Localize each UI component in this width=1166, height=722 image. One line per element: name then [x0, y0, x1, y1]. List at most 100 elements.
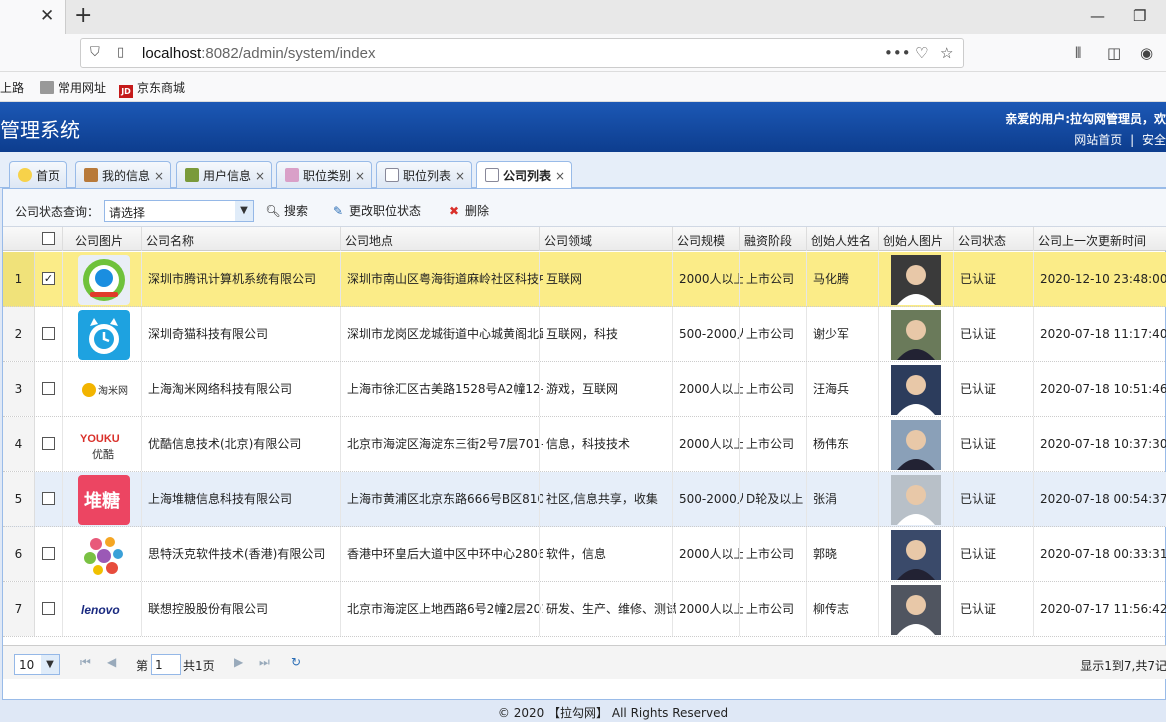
tag-icon — [285, 168, 299, 182]
company-logo — [78, 255, 130, 305]
row-checkbox[interactable] — [42, 602, 55, 615]
row-checkbox[interactable] — [42, 382, 55, 395]
tab-close-icon[interactable]: × — [154, 169, 164, 183]
row-checkbox[interactable] — [42, 547, 55, 560]
refresh-icon[interactable]: ↻ — [291, 655, 301, 669]
header-company-location[interactable]: 公司地点 — [345, 232, 393, 249]
cell-field: 游戏，互联网 — [546, 382, 619, 396]
row-checkbox[interactable] — [42, 437, 55, 450]
header-company-field[interactable]: 公司领域 — [544, 232, 592, 249]
cell-field: 互联网 — [546, 272, 583, 286]
company-logo: YOUKU 优酷 — [78, 420, 130, 470]
header-founder-image[interactable]: 创始人图片 — [883, 232, 943, 249]
home-link[interactable]: 网站首页 — [1074, 133, 1122, 147]
account-icon[interactable]: ◉ — [1140, 44, 1153, 62]
row-checkbox[interactable] — [42, 492, 55, 505]
header-company-size[interactable]: 公司规模 — [677, 232, 725, 249]
bookmark-star-icon[interactable]: ☆ — [940, 44, 953, 62]
header-founder-name[interactable]: 创始人姓名 — [811, 232, 871, 249]
tab-user-info[interactable]: 用户信息 × — [176, 161, 273, 188]
cell-founder: 马化腾 — [813, 272, 850, 286]
next-page-icon[interactable]: ▶ — [234, 655, 243, 669]
cell-stage: 上市公司 — [746, 602, 795, 616]
new-tab-icon[interactable]: + — [74, 3, 92, 28]
page-size-select[interactable]: 10 ▼ — [14, 654, 60, 675]
restore-icon[interactable]: ❐ — [1133, 7, 1146, 25]
shield-icon[interactable]: ⛉ — [90, 45, 100, 60]
cell-location: 深圳市南山区粤海街道麻岭社区科技中一路腾讯大厦 — [347, 272, 543, 286]
sidebar-icon[interactable]: ◫ — [1107, 44, 1121, 62]
row-checkbox[interactable]: ✓ — [42, 272, 55, 285]
app-title: 管理系统 — [0, 118, 80, 142]
library-icon[interactable]: ⫴ — [1075, 44, 1081, 62]
cell-stage: 上市公司 — [746, 327, 795, 341]
table-row[interactable]: 4 YOUKU 优酷 优酷信息技术(北京)有限公司 北京市海淀区海淀东三街2号7层701… — [3, 417, 1166, 472]
jd-icon: JD — [119, 85, 133, 98]
content-area: 首页 我的信息 × 用户信息 × 职位类别 × 职位列表 × 公司列表 × 公司状态查询：… — [0, 152, 1166, 722]
change-status-button[interactable]: ✎ 更改职位状态 — [330, 202, 421, 219]
header-links: 网站首页 | 安全 — [1070, 131, 1166, 148]
row-number: 4 — [3, 417, 35, 471]
chevron-down-icon[interactable]: ▼ — [235, 201, 253, 221]
pocket-icon[interactable]: ♡ — [915, 44, 928, 62]
header-company-image[interactable]: 公司图片 — [75, 232, 123, 249]
select-all-checkbox[interactable] — [42, 232, 55, 245]
page-icon[interactable]: ▯ — [117, 45, 124, 60]
tab-company-list[interactable]: 公司列表 × — [476, 161, 573, 189]
cell-location: 上海市徐汇区古美路1528号A2幢12- — [347, 382, 543, 396]
minimize-icon[interactable]: — — [1090, 7, 1105, 25]
header-company-status[interactable]: 公司状态 — [958, 232, 1006, 249]
cell-field: 软件，信息 — [546, 547, 607, 561]
browser-tab[interactable]: ✕ — [0, 0, 66, 34]
search-button[interactable]: 🔍︎ 搜索 — [265, 202, 308, 219]
address-bar[interactable]: ⛉ ▯ localhost:8082/admin/system/index ••… — [80, 38, 964, 68]
tab-job-list[interactable]: 职位列表 × — [376, 161, 473, 188]
tab-my-info[interactable]: 我的信息 × — [75, 161, 172, 188]
security-link[interactable]: 安全 — [1142, 133, 1166, 147]
table-row[interactable]: 2 深圳奇猫科技有限公司 深圳市龙岗区龙城街道中心城黄阁北路 互联网，科技 500-20… — [3, 307, 1166, 362]
bookmark-item[interactable]: 常用网址 — [40, 79, 106, 96]
tab-job-category[interactable]: 职位类别 × — [276, 161, 373, 188]
status-select[interactable]: 请选择 ▼ — [104, 200, 254, 222]
row-checkbox[interactable] — [42, 327, 55, 340]
tab-close-icon[interactable]: × — [455, 169, 465, 183]
table-row[interactable]: 1 ✓ 深圳市腾讯计算机系统有限公司 深圳市南山区粤海街道麻岭社区科技中一路腾讯大厦互… — [3, 252, 1166, 307]
cell-founder: 郭晓 — [813, 547, 838, 561]
last-page-icon[interactable]: ⏭ — [259, 655, 270, 670]
user-icon — [84, 168, 98, 182]
tab-close-icon[interactable]: × — [355, 169, 365, 183]
first-page-icon[interactable]: ⏮ — [80, 655, 91, 670]
page-number-input[interactable]: 1 — [151, 654, 181, 675]
header-company-name[interactable]: 公司名称 — [146, 232, 194, 249]
cell-founder: 谢少军 — [813, 327, 850, 341]
tab-close-icon[interactable]: × — [555, 169, 565, 183]
cell-status: 已认证 — [960, 327, 997, 341]
cell-status: 已认证 — [960, 492, 997, 506]
cell-name: 上海淘米网络科技有限公司 — [148, 382, 293, 396]
table-row[interactable]: 6 思特沃克软件技术(香港)有限公司 香港中环皇后大道中区中环中心2806 软件，信息… — [3, 527, 1166, 582]
more-actions-icon[interactable]: ••• — [884, 44, 911, 62]
bookmark-item[interactable]: 上路 — [0, 79, 24, 96]
cell-field: 互联网，科技 — [546, 327, 619, 341]
header-updated-time[interactable]: 公司上一次更新时间 — [1038, 232, 1146, 249]
cell-status: 已认证 — [960, 437, 997, 451]
prev-page-icon[interactable]: ◀ — [107, 655, 116, 669]
link-separator: | — [1130, 133, 1135, 147]
header-funding-stage[interactable]: 融资阶段 — [744, 232, 792, 249]
chevron-down-icon[interactable]: ▼ — [41, 655, 59, 674]
delete-button[interactable]: ✖ 删除 — [446, 202, 489, 219]
company-logo: 淘米网 — [78, 365, 130, 415]
cell-stage: 上市公司 — [746, 547, 795, 561]
cell-field: 社区,信息共享，收集 — [546, 492, 658, 506]
table-row[interactable]: 5 堆糖 上海堆糖信息科技有限公司 上海市黄浦区北京东路666号B区810 社区,信息共… — [3, 472, 1166, 527]
tab-close-icon[interactable]: × — [255, 169, 265, 183]
bookmark-item[interactable]: JD 京东商城 — [119, 79, 185, 98]
company-logo: 堆糖 — [78, 475, 130, 525]
table-row[interactable]: 3 淘米网 上海淘米网络科技有限公司 上海市徐汇区古美路1528号A2幢12- 游戏，互… — [3, 362, 1166, 417]
table-row[interactable]: 7 lenovo 联想控股股份有限公司 北京市海淀区上地西路6号2幢2层201 研发、生… — [3, 582, 1166, 637]
close-tab-icon[interactable]: ✕ — [40, 6, 54, 26]
url-text[interactable]: localhost:8082/admin/system/index — [142, 45, 375, 62]
cell-stage: 上市公司 — [746, 437, 795, 451]
footer: © 2020 【拉勾网】 All Rights Reserved — [497, 706, 729, 720]
tab-home[interactable]: 首页 — [9, 161, 68, 188]
